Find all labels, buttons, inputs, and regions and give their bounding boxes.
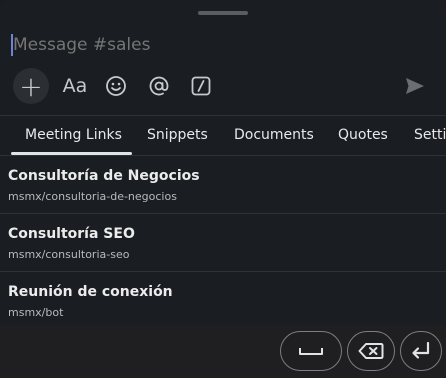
space-bar-icon bbox=[299, 348, 323, 355]
tab-snippets[interactable]: Snippets bbox=[147, 116, 208, 155]
tab-documents[interactable]: Documents bbox=[234, 116, 314, 155]
bottom-sheet: + Aa bbox=[0, 0, 446, 325]
link-title: Consultoría SEO bbox=[8, 226, 135, 242]
backspace-icon bbox=[358, 343, 384, 359]
keyboard-accessory-bar bbox=[0, 325, 446, 378]
tab-quotes[interactable]: Quotes bbox=[338, 116, 388, 155]
list-item[interactable]: Consultoría de Negocios msmx/consultoria… bbox=[0, 156, 446, 214]
add-attachment-button[interactable]: + bbox=[13, 68, 49, 104]
link-title: Consultoría de Negocios bbox=[8, 168, 200, 184]
link-url: msmx/bot bbox=[8, 306, 64, 319]
smiley-icon bbox=[106, 76, 126, 96]
text-format-button[interactable]: Aa bbox=[60, 68, 90, 104]
plus-icon: + bbox=[19, 69, 43, 103]
format-icon: Aa bbox=[62, 75, 88, 97]
text-caret bbox=[11, 34, 13, 56]
slash-command-icon bbox=[191, 76, 211, 96]
emoji-button[interactable] bbox=[104, 68, 128, 104]
list-item[interactable]: Consultoría SEO msmx/consultoria-seo bbox=[0, 214, 446, 272]
at-icon bbox=[149, 76, 169, 96]
message-composer: + Aa bbox=[0, 24, 446, 114]
backspace-key[interactable] bbox=[347, 331, 395, 371]
drag-handle[interactable] bbox=[198, 11, 248, 15]
tab-meeting-links[interactable]: Meeting Links bbox=[25, 116, 122, 155]
message-input[interactable] bbox=[10, 30, 430, 60]
link-url: msmx/consultoria-de-negocios bbox=[8, 190, 177, 203]
send-icon bbox=[406, 78, 424, 94]
tab-settings[interactable]: Setti bbox=[414, 116, 446, 155]
space-key[interactable] bbox=[280, 331, 342, 371]
tab-bar: Meeting Links Snippets Documents Quotes … bbox=[0, 115, 446, 156]
list-item[interactable]: Reunión de conexión msmx/bot bbox=[0, 272, 446, 325]
link-title: Reunión de conexión bbox=[8, 284, 173, 300]
link-url: msmx/consultoria-seo bbox=[8, 248, 130, 261]
slash-command-button[interactable] bbox=[189, 68, 213, 104]
mention-button[interactable] bbox=[146, 68, 172, 104]
return-icon bbox=[412, 341, 430, 359]
send-button[interactable] bbox=[401, 68, 429, 104]
enter-key[interactable] bbox=[400, 331, 442, 371]
composer-toolbar: + Aa bbox=[0, 68, 446, 108]
active-tab-indicator bbox=[11, 152, 132, 155]
